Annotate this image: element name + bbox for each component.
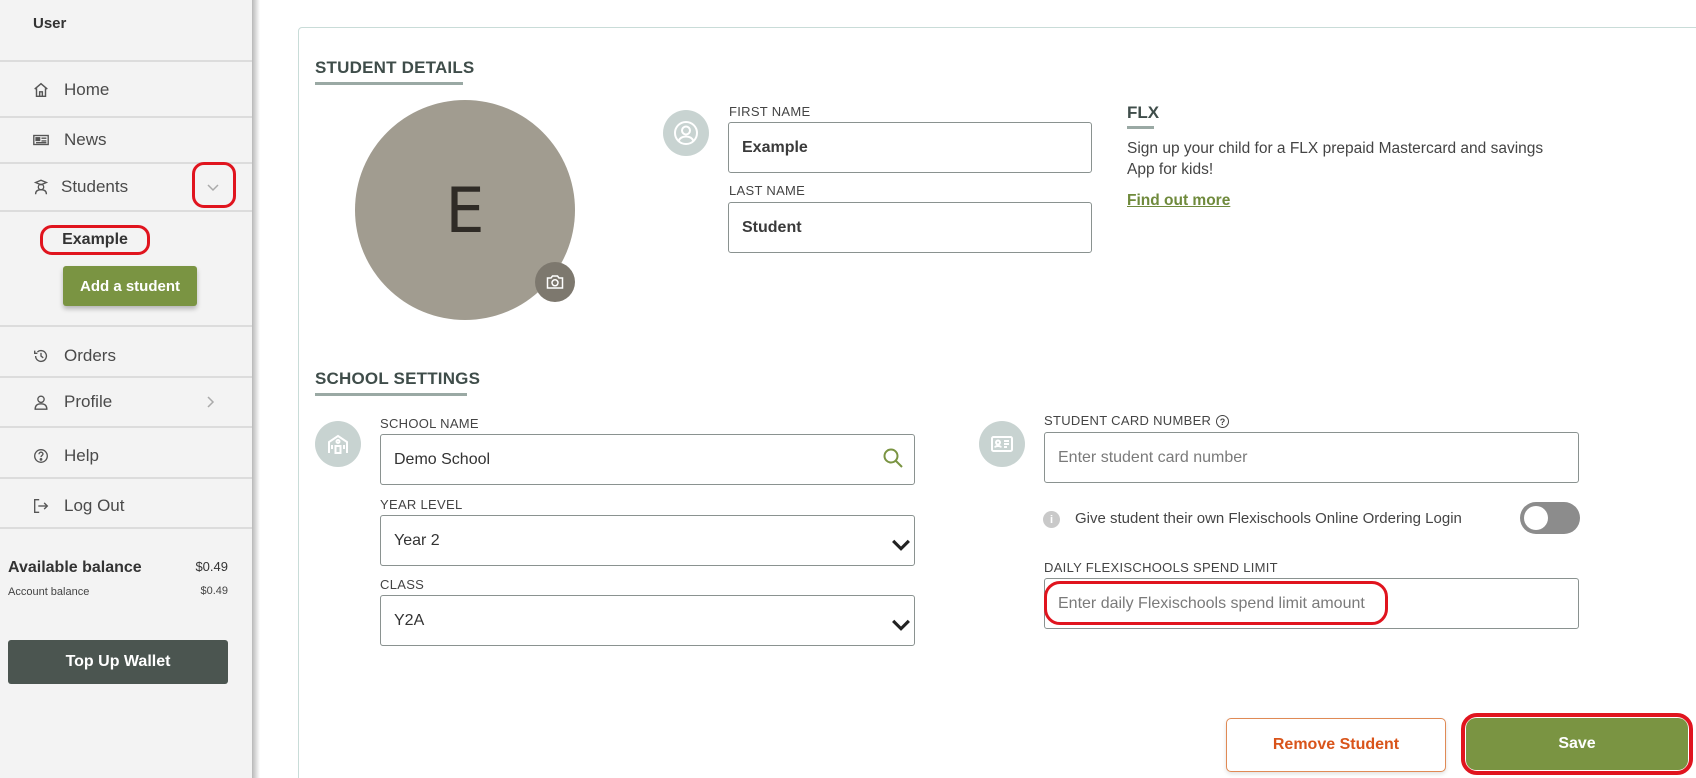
chevron-down-icon [890,533,910,551]
sidebar-item-orders[interactable]: Orders [0,336,252,376]
highlight-ring [192,162,236,208]
divider [0,60,252,62]
first-name-field[interactable]: Example [728,122,1092,173]
question-icon[interactable]: ? [1216,415,1229,428]
school-name-label: SCHOOL NAME [380,416,479,431]
sidebar-item-label: Log Out [64,496,125,515]
logout-icon [32,497,50,515]
available-balance-label: Available balance [8,559,142,576]
class-select[interactable]: Y2A [380,595,915,646]
first-name-value: Example [742,138,808,156]
sidebar-item-help[interactable]: Help [0,436,252,476]
remove-student-button[interactable]: Remove Student [1226,718,1446,772]
section-underline [315,82,463,85]
search-icon[interactable] [882,447,904,469]
highlight-ring [1461,713,1693,775]
student-card-number-input[interactable]: Enter student card number [1044,432,1579,483]
divider [0,426,252,428]
toggle-knob [1524,506,1548,530]
sidebar-item-profile[interactable]: Profile [0,382,252,422]
sidebar-shadow [252,0,260,778]
flx-description: Sign up your child for a FLX prepaid Mas… [1127,140,1544,178]
flx-title: FLX [1127,103,1160,122]
available-balance-value: $0.49 [195,559,228,574]
sidebar-item-label: Help [64,446,99,465]
id-card-icon [979,421,1025,467]
sidebar-item-logout[interactable]: Log Out [0,486,252,526]
find-out-more-link[interactable]: Find out more [1127,192,1230,210]
account-balance-value: $0.49 [200,585,228,597]
year-level-label: YEAR LEVEL [380,497,463,512]
year-level-value: Year 2 [394,531,440,549]
divider [0,325,252,327]
own-login-text: Give student their own Flexischools Onli… [1075,510,1462,527]
year-level-select[interactable]: Year 2 [380,515,915,566]
sidebar-item-label: Students [61,177,129,196]
sidebar: User Home News Students Example Add a st… [0,0,252,778]
student-card-number-placeholder: Enter student card number [1058,448,1248,466]
highlight-ring [1044,581,1388,625]
sidebar-item-news[interactable]: News [0,120,252,160]
divider [0,210,252,212]
sidebar-item-home[interactable]: Home [0,70,252,110]
chevron-down-icon [890,613,910,631]
divider [0,527,252,529]
sidebar-item-label: Profile [64,392,113,411]
student-card-number-label: STUDENT CARD NUMBER [1044,413,1212,428]
section-underline [315,393,467,396]
chevron-right-icon [203,395,217,409]
student-icon [32,178,50,196]
section-underline [1127,126,1154,129]
divider [0,477,252,479]
add-student-button[interactable]: Add a student [63,266,197,306]
history-icon [32,347,50,365]
person-icon [32,393,50,411]
school-settings-title: SCHOOL SETTINGS [315,369,481,388]
user-label: User [33,15,67,32]
sidebar-item-label: News [64,130,107,149]
spend-limit-label: DAILY FLEXISCHOOLS SPEND LIMIT [1044,560,1278,575]
school-name-value: Demo School [394,450,491,468]
school-icon [315,421,361,467]
sidebar-student-example[interactable]: Example [40,225,150,255]
sidebar-item-label: Orders [64,346,116,365]
own-login-toggle[interactable] [1520,502,1580,534]
first-name-label: FIRST NAME [729,104,811,119]
class-value: Y2A [394,611,425,629]
account-balance-label: Account balance [8,586,90,598]
divider [0,376,252,378]
sidebar-item-label: Home [64,80,110,99]
last-name-label: LAST NAME [729,183,806,198]
divider [0,116,252,118]
last-name-field[interactable]: Student [728,202,1092,253]
info-icon: i [1043,511,1060,528]
user-circle-icon [663,110,709,156]
last-name-value: Student [742,218,802,236]
newspaper-icon [32,131,50,149]
student-details-title: STUDENT DETAILS [315,58,475,77]
top-up-wallet-button[interactable]: Top Up Wallet [8,640,228,684]
school-name-field[interactable]: Demo School [380,434,915,485]
class-label: CLASS [380,577,425,592]
home-icon [32,81,50,99]
camera-icon[interactable] [535,262,575,302]
help-icon [32,447,50,465]
